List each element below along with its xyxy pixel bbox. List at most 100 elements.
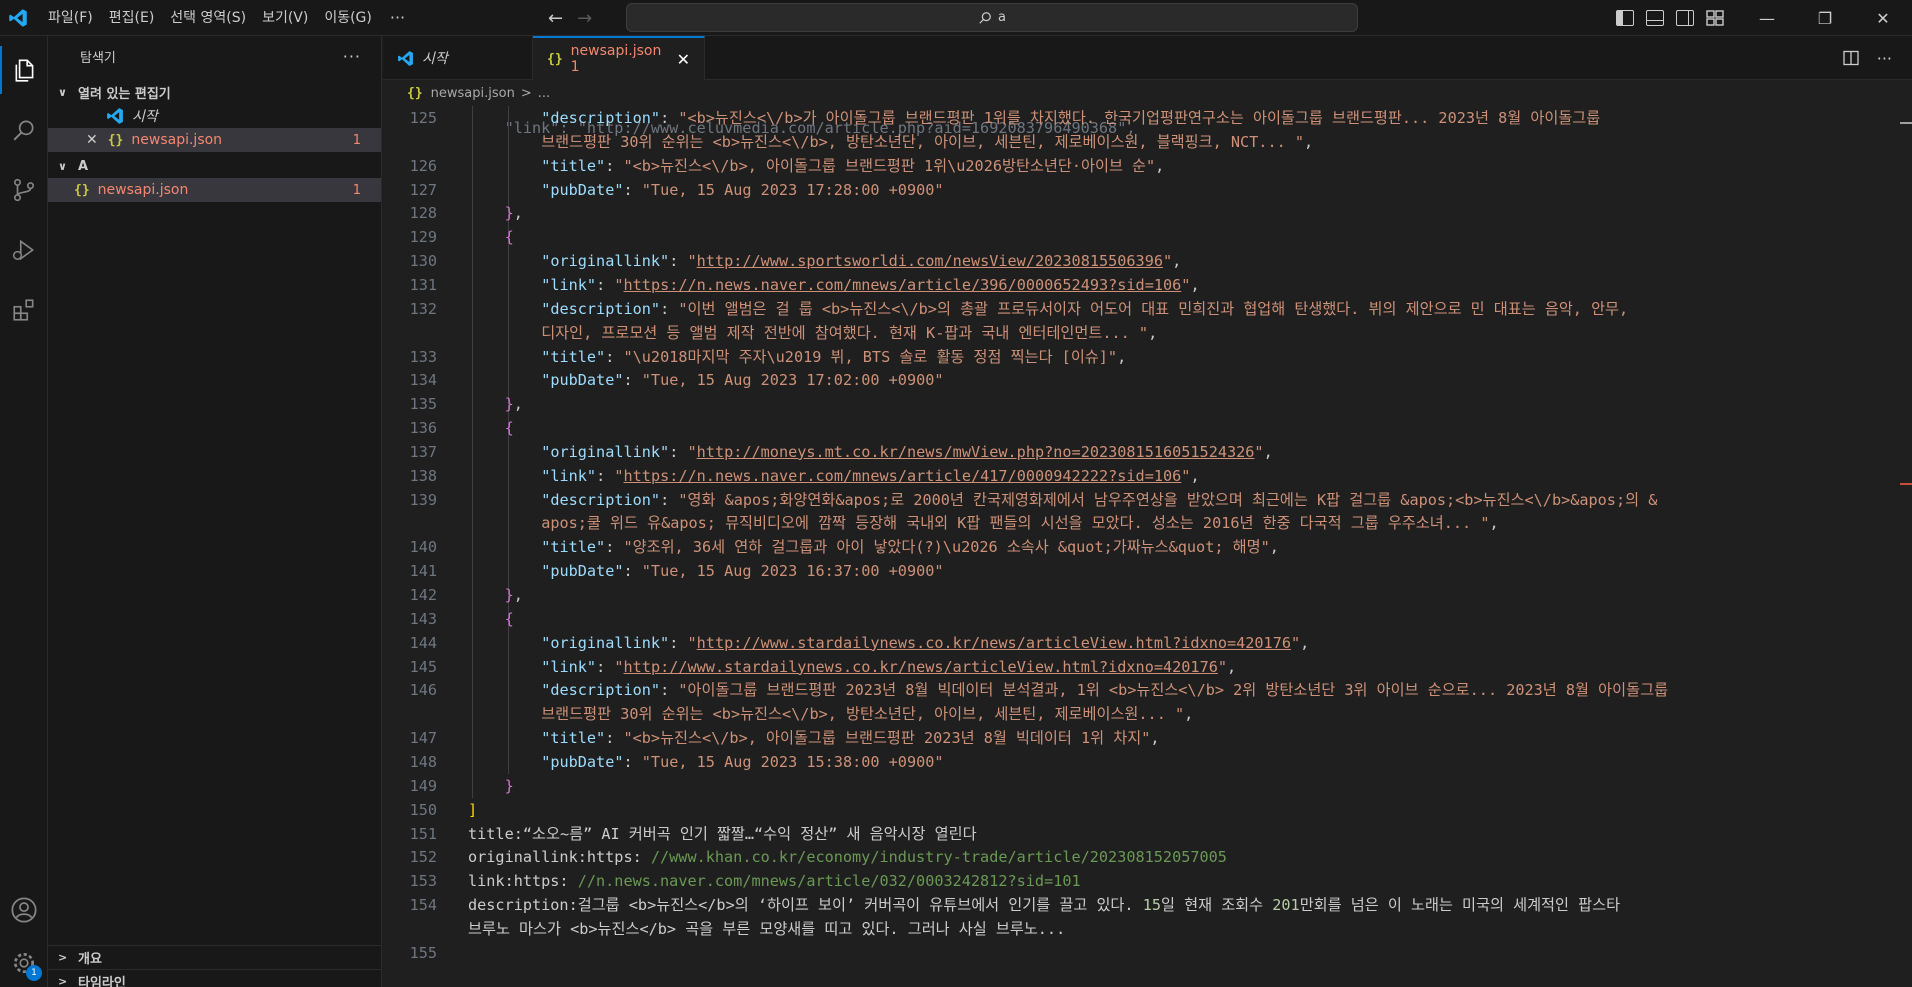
code-line: 138 "link": "https://n.news.naver.com/mne… <box>383 464 1912 488</box>
code-line: 151 title:“소오~름” AI 커버곡 인기 짧짤…“수익 정산” 새 음… <box>383 822 1912 846</box>
line-content: 브루노 마스가 <b>뉴진스</b> 곡을 부른 모양새를 띠고 있다. 그러나… <box>468 917 1065 941</box>
breadcrumb-rest[interactable]: ... <box>538 86 550 101</box>
quote: " <box>687 442 697 461</box>
file-item-newsapi[interactable]: {} newsapi.json 1 <box>48 178 381 202</box>
code-line: 브랜드평판 30위 순위는 <b>뉴진스<\/b>, 방탄소년단, 아이브, 세… <box>383 702 1912 726</box>
code-line: 127 "pubDate": "Tue, 15 Aug 2023 17:28:00… <box>383 178 1912 202</box>
timeline-section[interactable]: > 타임라인 <box>48 969 382 987</box>
line-number: 154 <box>409 896 437 915</box>
customize-layout-icon[interactable] <box>1706 10 1724 26</box>
explorer-icon[interactable] <box>0 46 48 94</box>
line-number: 152 <box>409 848 437 867</box>
close-tab-icon[interactable]: ✕ <box>677 50 690 69</box>
toggle-primary-sidebar-icon[interactable] <box>1616 10 1634 26</box>
line-number: 137 <box>409 442 437 461</box>
restore-icon[interactable]: ❐ <box>1796 0 1854 36</box>
json-url: http://www.stardailynews.co.kr/news/arti… <box>696 633 1291 652</box>
menu-selection[interactable]: 선택 영역(S) <box>162 0 254 36</box>
line-content: "title": "\u2018마지막 주자\u2019 뷔, BTS 솔로 활… <box>541 345 1126 369</box>
json-string: "Tue, 15 Aug 2023 16:37:00 +0900" <box>641 562 944 581</box>
line-number: 141 <box>409 562 437 581</box>
code-line: 125 "description": "<b>뉴진스<\/b>가 아이돌그룹 브랜… <box>383 106 1912 130</box>
line-content: { <box>505 416 514 440</box>
line-number: 130 <box>409 252 437 271</box>
code-editor[interactable]: "link": "http://www.celuvmedia.com/artic… <box>383 106 1912 987</box>
activity-bar: 1 <box>0 36 48 987</box>
code-line: 155 <box>383 941 1912 965</box>
explorer-sidebar: 탐색기 ··· ∨ 열려 있는 편집기 시작 ✕ {} newsapi.json… <box>48 36 382 987</box>
json-url: https://n.news.naver.com/mnews/article/3… <box>623 275 1182 294</box>
code-line: 135}, <box>383 392 1912 416</box>
command-center-search[interactable]: a <box>626 3 1358 32</box>
line-number: 151 <box>409 824 437 843</box>
code-line: 150] <box>383 798 1912 822</box>
bracket: } <box>504 776 514 795</box>
close-window-icon[interactable]: ✕ <box>1854 0 1912 36</box>
json-string: "이번 앨범은 걸 룹 <b>뉴진스<\/b>의 총괄 프로듀서이자 어도어 대… <box>678 299 1629 318</box>
open-editor-item-start[interactable]: 시작 <box>48 104 381 128</box>
colon: : <box>596 657 615 676</box>
line-content: "pubDate": "Tue, 15 Aug 2023 16:37:00 +0… <box>541 559 943 583</box>
line-content: "description": "아이돌그룹 브랜드평판 2023년 8월 빅데이… <box>541 678 1668 702</box>
extensions-icon[interactable] <box>0 286 48 334</box>
menu-view[interactable]: 보기(V) <box>254 0 316 36</box>
minimize-icon[interactable]: — <box>1738 0 1796 36</box>
toggle-secondary-sidebar-icon[interactable] <box>1676 10 1694 26</box>
line-content: { <box>505 607 514 631</box>
json-key: "pubDate" <box>541 180 624 199</box>
outline-section[interactable]: > 개요 <box>48 945 382 969</box>
line-content: apos;쿨 위드 유&apos; 뮤직비디오에 깜짝 등장해 국내외 K팝 팬… <box>541 511 1498 535</box>
search-view-icon[interactable] <box>0 106 48 154</box>
sidebar-header: 탐색기 ··· <box>48 36 381 76</box>
line-number: 155 <box>409 943 437 962</box>
split-editor-icon[interactable] <box>1843 50 1859 66</box>
tab-start[interactable]: 시작 <box>383 36 533 80</box>
json-string-continued: apos;쿨 위드 유&apos; 뮤직비디오에 깜짝 등장해 국내외 K팝 팬… <box>541 514 1490 533</box>
close-editor-icon[interactable]: ✕ <box>86 132 98 148</box>
menu-more-button[interactable]: ··· <box>380 8 415 27</box>
open-editors-section[interactable]: ∨ 열려 있는 편집기 <box>48 80 381 104</box>
json-string: "아이돌그룹 브랜드평판 2023년 8월 빅데이터 분석결과, 1위 <b>뉴… <box>678 681 1669 700</box>
json-key: "pubDate" <box>541 752 624 771</box>
comma: , <box>1263 442 1273 461</box>
folder-label: A <box>78 158 89 174</box>
json-string-continued: 디자인, 프로모션 등 앨범 제작 전반에 참여했다. 현재 K-팝과 국내 엔… <box>541 323 1149 342</box>
accounts-icon[interactable] <box>0 886 48 934</box>
comma: , <box>1190 466 1200 485</box>
manage-gear-icon[interactable]: 1 <box>0 939 48 987</box>
source-control-icon[interactable] <box>0 166 48 214</box>
code-line: 149} <box>383 774 1912 798</box>
json-string: "Tue, 15 Aug 2023 15:38:00 +0900" <box>641 752 944 771</box>
line-number: 143 <box>409 609 437 628</box>
json-key: "description" <box>541 109 661 127</box>
line-content: "pubDate": "Tue, 15 Aug 2023 15:38:00 +0… <box>541 750 943 774</box>
timeline-label: 타임라인 <box>78 976 126 987</box>
line-number: 153 <box>409 872 437 891</box>
code-line: 146 "description": "아이돌그룹 브랜드평판 2023년 8월 … <box>383 678 1912 702</box>
code-line: 131 "link": "https://n.news.naver.com/mne… <box>383 273 1912 297</box>
window-controls: — ❐ ✕ <box>1738 0 1912 36</box>
breadcrumb-file[interactable]: newsapi.json <box>431 86 515 101</box>
tab-newsapi-json[interactable]: {} newsapi.json 1 ✕ <box>533 36 705 80</box>
folder-section[interactable]: ∨ A <box>48 154 381 178</box>
json-key: "description" <box>541 681 661 700</box>
code-line: 130 "originallink": "http://www.sportswor… <box>383 249 1912 273</box>
line-number: 138 <box>409 466 437 485</box>
menu-file[interactable]: 파일(F) <box>40 0 101 36</box>
sidebar-more-button[interactable]: ··· <box>343 47 361 66</box>
more-actions-button[interactable]: ··· <box>1877 49 1892 68</box>
forward-arrow-icon[interactable]: → <box>577 8 592 29</box>
menu-go[interactable]: 이동(G) <box>316 0 380 36</box>
json-key: "link" <box>541 275 597 294</box>
run-debug-icon[interactable] <box>0 226 48 274</box>
quote: " <box>687 633 697 652</box>
json-string: "<b>뉴진스<\/b>, 아이돌그룹 브랜드평판 1위\u2026방탄소년단·… <box>623 156 1156 175</box>
open-editor-item-newsapi[interactable]: ✕ {} newsapi.json 1 <box>48 128 381 152</box>
toggle-panel-icon[interactable] <box>1646 10 1664 26</box>
menu-edit[interactable]: 편집(E) <box>101 0 163 36</box>
layout-controls <box>1616 0 1724 36</box>
json-string-continued: 브랜드평판 30위 순위는 <b>뉴진스<\/b>, 방탄소년단, 아이브, 세… <box>541 132 1305 151</box>
json-key: "title" <box>541 729 606 748</box>
back-arrow-icon[interactable]: ← <box>548 8 563 29</box>
plain-text: description:걸그룹 <b>뉴진스</b>의 ‘하이프 보이’ 커버곡… <box>468 896 1143 915</box>
